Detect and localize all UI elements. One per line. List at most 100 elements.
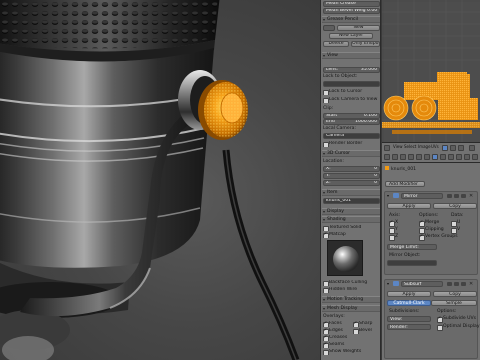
mirror-object-field[interactable] <box>387 260 437 266</box>
vertex-groups-checkbox[interactable]: Vertex Groups <box>419 234 458 241</box>
axis-z-checkbox[interactable]: Z <box>389 234 398 241</box>
clip-label: Clip: <box>323 106 334 111</box>
cursor-x-field[interactable]: X: 0 <box>323 166 380 172</box>
data-icon[interactable] <box>440 154 446 160</box>
sharp-overlay-checkbox[interactable]: Sharp <box>353 321 379 327</box>
subsurf-apply-button[interactable]: Apply <box>387 291 431 297</box>
gp-delete-button[interactable]: Delete <box>323 41 349 47</box>
pivot-icon[interactable] <box>469 145 475 151</box>
menu-select[interactable]: Select <box>404 144 416 150</box>
edges-overlay-checkbox[interactable]: Edges <box>323 328 351 334</box>
image-browse-icon[interactable] <box>442 145 448 151</box>
merge-checkbox[interactable]: Merge <box>419 220 439 227</box>
lock-to-cursor-checkbox[interactable]: Lock to Cursor <box>323 89 380 95</box>
properties-editor[interactable]: knurls_001 Add Modifier ▾ Mirror ✕ Apply… <box>382 162 480 360</box>
creases-overlay-checkbox[interactable]: Creases <box>323 335 380 341</box>
data-u-checkbox[interactable]: U <box>451 220 460 227</box>
gp-data-icon[interactable] <box>323 25 335 31</box>
item-header[interactable]: Item <box>322 189 380 196</box>
mean-bevel-weight-field[interactable]: Mean Bevel Weig 0.00 <box>323 8 380 14</box>
clip-end-field[interactable]: End 1000.000 <box>323 119 380 125</box>
gp-new-layer-button[interactable]: New Layer <box>329 33 373 39</box>
lens-field[interactable]: Lens: 35.000 <box>323 67 380 73</box>
mirror-copy-button[interactable]: Copy <box>433 203 477 209</box>
collapse-arrow-icon[interactable]: ▾ <box>387 281 389 286</box>
bevel-overlay-checkbox[interactable]: Bevel <box>353 328 379 334</box>
grease-pencil-header[interactable]: Grease Pencil <box>322 16 380 23</box>
render-levels-field[interactable]: Render: <box>387 324 431 330</box>
scene-icon[interactable] <box>400 154 406 160</box>
mesh-icon <box>385 166 389 170</box>
physics-icon[interactable] <box>472 154 478 160</box>
world-icon[interactable] <box>408 154 414 160</box>
clipping-checkbox[interactable]: Clipping <box>419 227 444 234</box>
show-viewport-icon[interactable] <box>461 282 466 286</box>
collapse-arrow-icon[interactable]: ▾ <box>387 193 389 198</box>
view-header[interactable]: View <box>322 52 380 59</box>
menu-view[interactable]: View <box>393 144 403 150</box>
simple-tab[interactable]: Simple <box>431 300 477 306</box>
render-border-checkbox[interactable]: Render Border <box>323 141 380 147</box>
shading-header[interactable]: Shading <box>322 216 380 223</box>
material-icon[interactable] <box>448 154 454 160</box>
seams-overlay-checkbox[interactable]: Seams <box>323 342 380 348</box>
object-icon[interactable] <box>416 154 422 160</box>
view-levels-field[interactable]: View: <box>387 316 431 322</box>
properties-shelf[interactable]: Mean Crease Mean Bevel Weig 0.00 Grease … <box>320 0 381 360</box>
subdivide-uvs-checkbox[interactable]: Subdivide UVs <box>437 316 476 323</box>
add-modifier-dropdown[interactable]: Add Modifier <box>385 181 425 187</box>
optimal-display-checkbox[interactable]: Optimal Display <box>437 324 480 331</box>
uv-editor[interactable] <box>382 0 480 142</box>
constraints-icon[interactable] <box>424 154 430 160</box>
show-viewport-icon[interactable] <box>461 194 466 198</box>
show-in-editmode-icon[interactable] <box>447 282 452 286</box>
sync-selection-icon[interactable] <box>458 145 464 151</box>
mean-crease-field[interactable]: Mean Crease <box>323 1 380 7</box>
mirror-name-field[interactable]: Mirror <box>401 193 443 199</box>
catmull-clark-tab[interactable]: Catmull-Clark <box>387 300 431 306</box>
editor-type-icon[interactable] <box>384 145 390 151</box>
backface-culling-checkbox[interactable]: Backface Culling <box>323 280 380 286</box>
modifiers-icon[interactable] <box>432 154 438 160</box>
matcap-preview[interactable] <box>327 240 363 276</box>
axis-x-checkbox[interactable]: X <box>389 220 398 227</box>
subsurf-name-field[interactable]: Subsurf <box>401 281 443 287</box>
mirror-apply-button[interactable]: Apply <box>387 203 431 209</box>
show-render-icon[interactable] <box>454 282 459 286</box>
merge-limit-field[interactable]: Merge Limit: <box>387 244 437 250</box>
cursor-y-field[interactable]: Y: 0 <box>323 173 380 179</box>
view-layer-icon[interactable] <box>384 154 390 160</box>
subsurf-icon <box>393 281 399 286</box>
hidden-wire-checkbox[interactable]: Hidden Wire <box>323 287 380 293</box>
remove-modifier-icon[interactable]: ✕ <box>469 193 473 199</box>
matcap-checkbox[interactable]: Matcap <box>323 232 380 238</box>
item-name-field[interactable]: knurls_001 <box>323 198 380 204</box>
menu-uvs[interactable]: UVs <box>431 144 439 150</box>
camera-field[interactable]: Camera <box>323 133 380 139</box>
particles-icon[interactable] <box>464 154 470 160</box>
3d-cursor-header[interactable]: 3D Cursor <box>322 150 380 157</box>
texture-icon[interactable] <box>456 154 462 160</box>
render-layer-icon[interactable] <box>392 154 398 160</box>
3d-viewport[interactable] <box>0 0 320 360</box>
gp-new-button[interactable]: New <box>337 25 380 31</box>
show-weights-checkbox[interactable]: Show Weights <box>323 349 380 355</box>
cursor-z-field[interactable]: Z: 0 <box>323 180 380 186</box>
subsurf-copy-button[interactable]: Copy <box>433 291 477 297</box>
show-render-icon[interactable] <box>454 194 459 198</box>
textured-solid-checkbox[interactable]: Textured Solid <box>323 225 380 231</box>
pin-icon[interactable] <box>450 145 456 151</box>
lock-camera-to-view-checkbox[interactable]: Lock Camera to View <box>323 97 380 103</box>
motion-tracking-header[interactable]: Motion Tracking <box>322 296 380 303</box>
remove-modifier-icon[interactable]: ✕ <box>469 281 473 287</box>
gp-only-endpoints-button[interactable]: Only Endpoints <box>351 41 380 47</box>
axis-y-checkbox[interactable]: Y <box>389 227 398 234</box>
data-v-checkbox[interactable]: V <box>451 227 460 234</box>
display-header[interactable]: Display <box>322 208 380 215</box>
lock-to-object-label: Lock to Object: <box>323 74 358 79</box>
lock-object-field[interactable] <box>323 81 380 87</box>
menu-image[interactable]: Image <box>418 144 431 150</box>
mesh-display-header[interactable]: Mesh Display <box>322 305 380 312</box>
show-in-editmode-icon[interactable] <box>447 194 452 198</box>
faces-overlay-checkbox[interactable]: Faces <box>323 321 351 327</box>
